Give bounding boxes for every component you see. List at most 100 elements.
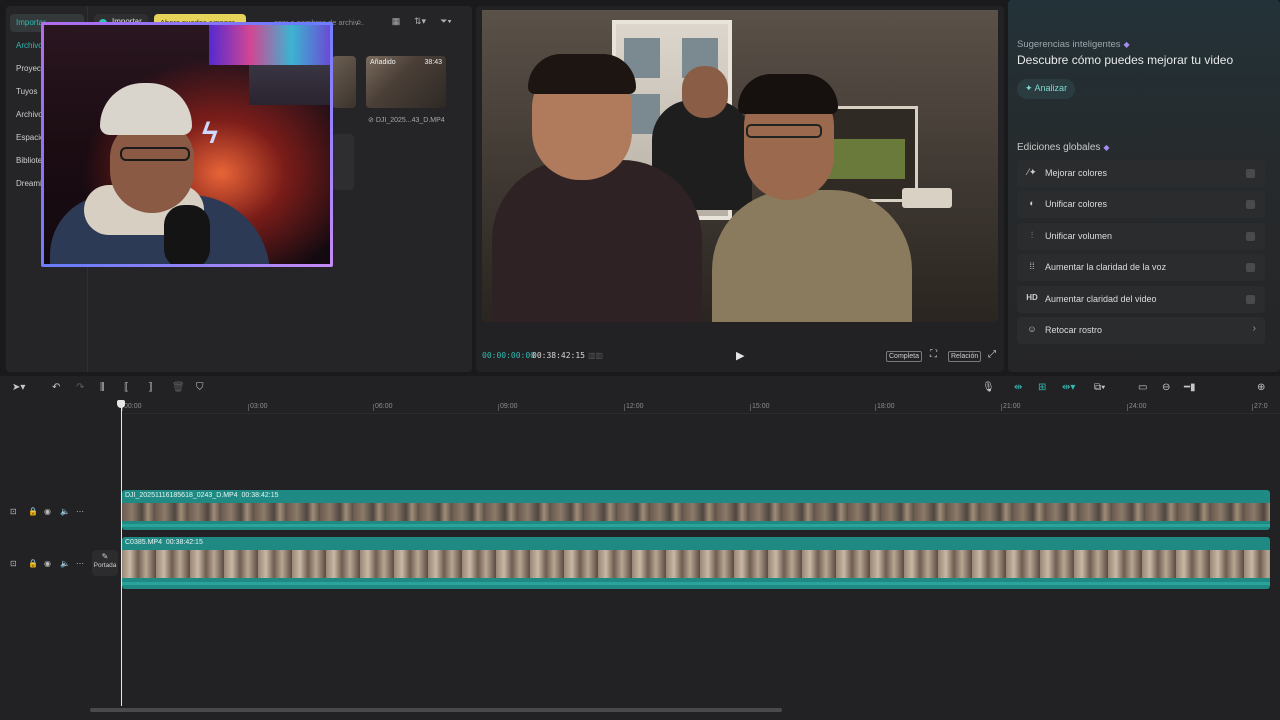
grid-view-icon[interactable]: ▦: [386, 16, 406, 30]
lock-icon[interactable]: 🔒: [28, 559, 38, 568]
lock-icon[interactable]: 🔒: [28, 507, 38, 516]
undo-icon[interactable]: ↶: [52, 382, 60, 393]
toggle-checkbox[interactable]: [1246, 295, 1255, 304]
person-left-body: [492, 160, 702, 322]
clip-duration: 00:38:42:15: [241, 492, 279, 499]
global-item-label: Unificar volumen: [1045, 231, 1113, 241]
magic-wand-icon: ⁄✦: [1027, 167, 1037, 177]
captions-icon[interactable]: ▭: [1138, 382, 1147, 393]
timeline-clip-2[interactable]: C0385.MP4 00:38:42:15: [122, 537, 1270, 589]
speaker-icon[interactable]: 🔈: [60, 507, 70, 516]
ratio-button[interactable]: Relación: [948, 351, 982, 362]
track-toggle-icon[interactable]: ⊡: [10, 559, 17, 568]
zoom-in-icon[interactable]: ⊕: [1257, 382, 1265, 393]
person-right-body: [712, 190, 912, 322]
toggle-checkbox[interactable]: [1246, 200, 1255, 209]
filter-icon[interactable]: ⏷▾: [436, 16, 456, 30]
toggle-checkbox[interactable]: [1246, 263, 1255, 272]
delete-icon[interactable]: 🗑: [172, 382, 185, 393]
waveform-icon[interactable]: ▥▥: [588, 351, 603, 360]
split-left-icon[interactable]: ⟦: [124, 382, 129, 393]
pencil-icon: ✎: [101, 552, 109, 561]
preview-axis-icon[interactable]: ⧉▾: [1094, 382, 1105, 393]
main-track-magnet-icon[interactable]: ⇹: [1014, 382, 1022, 393]
media-thumb-partial[interactable]: [332, 56, 356, 108]
auto-snap-icon[interactable]: ⊞: [1038, 382, 1046, 393]
suggestions-title-text: Sugerencias inteligentes: [1017, 39, 1121, 50]
global-item-unificar-volumen[interactable]: ⫶ Unificar volumen: [1017, 223, 1265, 250]
analyze-button[interactable]: ✦ Analizar: [1017, 79, 1076, 99]
timeline-toolbar: ➤▾ ↶ ↷ ⫼ ⟦ ⟧ 🗑 ⛉ 🎙 ⇹ ⊞ ⇹▾ ⧉▾ ▭ ⊖ ━▮ ⊕: [0, 376, 1280, 400]
video-preview[interactable]: [482, 10, 998, 322]
fullscreen-icon[interactable]: ⤢: [988, 349, 996, 360]
search-icon[interactable]: ⌕: [356, 17, 368, 29]
chevron-right-icon: ›: [1252, 323, 1256, 334]
microphone-icon[interactable]: 🎙: [982, 382, 995, 393]
ruler-tick: 21:00: [1001, 403, 1021, 411]
shield-icon[interactable]: ⛉: [196, 382, 204, 393]
global-item-label: Retocar rostro: [1045, 325, 1103, 335]
global-item-claridad-video[interactable]: HD Aumentar claridad del video: [1017, 286, 1265, 313]
global-item-retocar-rostro[interactable]: ☺ Retocar rostro ›: [1017, 317, 1265, 344]
suggestions-title: Sugerencias inteligentes ◆: [1017, 39, 1130, 50]
horizontal-scrollbar[interactable]: [90, 708, 782, 712]
face-retouch-icon: ☺: [1027, 324, 1037, 334]
zoom-slider[interactable]: ━▮: [1184, 382, 1196, 393]
sparkle-icon: ✦: [1025, 83, 1035, 93]
play-button[interactable]: ▶: [736, 349, 744, 362]
global-item-claridad-voz[interactable]: ⁞⁞ Aumentar la claridad de la voz: [1017, 254, 1265, 281]
global-item-label: Aumentar la claridad de la voz: [1045, 262, 1167, 272]
cover-button[interactable]: ✎ Portada: [92, 550, 118, 576]
playhead[interactable]: [117, 400, 125, 706]
media-thumb-placeholder[interactable]: [332, 134, 354, 190]
ruler-tick: 03:00: [248, 403, 268, 411]
ruler-tick: 24:00: [1127, 403, 1147, 411]
link-icon[interactable]: ⇹▾: [1062, 382, 1075, 393]
global-item-label: Mejorar colores: [1045, 168, 1108, 178]
clip-label: C0385.MP4 00:38:42:15: [125, 539, 203, 546]
crop-icon[interactable]: ⛶: [930, 349, 937, 360]
zoom-out-icon[interactable]: ⊖: [1162, 382, 1170, 393]
toggle-checkbox[interactable]: [1246, 232, 1255, 241]
split-right-icon[interactable]: ⟧: [148, 382, 153, 393]
video-player: 00:00:00:00 00:38:42:15 ▥▥ ▶ Completa ⛶ …: [476, 6, 1004, 372]
media-thumb[interactable]: Añadido 38:43: [366, 56, 446, 108]
ruler-tick: 09:00: [498, 403, 518, 411]
timeline-clip-1[interactable]: DJI_20251116185618_0243_D.MP4 00:38:42:1…: [122, 490, 1270, 530]
gem-icon: ◆: [1103, 143, 1110, 152]
redo-icon[interactable]: ↷: [76, 382, 84, 393]
clip-audio-line: [122, 582, 1270, 585]
clip-label: DJI_20251116185618_0243_D.MP4 00:38:42:1…: [125, 492, 278, 499]
voice-wave-icon: ⁞⁞: [1029, 261, 1035, 271]
eye-icon[interactable]: ◉: [44, 559, 51, 568]
toggle-checkbox[interactable]: [1246, 169, 1255, 178]
sort-icon[interactable]: ⇅▾: [410, 16, 430, 30]
clock-icon: ⊘: [368, 117, 376, 124]
speaker-icon[interactable]: 🔈: [60, 559, 70, 568]
clip-name: C0385.MP4: [125, 539, 162, 546]
clip-name: DJI_20251116185618_0243_D.MP4: [125, 492, 238, 499]
full-quality-button[interactable]: Completa: [886, 351, 922, 362]
track-toggle-icon[interactable]: ⊡: [10, 507, 17, 516]
lightning-icon: ϟ: [202, 117, 218, 150]
person-right-hair: [738, 74, 838, 114]
neon-light: [209, 25, 330, 65]
ruler-tick: 00:00: [122, 403, 142, 411]
more-icon[interactable]: ⋯: [76, 507, 84, 516]
webcam-shelf: [249, 65, 330, 105]
ruler-tick: 18:00: [875, 403, 895, 411]
suggestions-subtitle: Descubre cómo puedes mejorar tu video: [1017, 53, 1234, 67]
more-icon[interactable]: ⋯: [76, 559, 84, 568]
global-item-unificar-colores[interactable]: ◐ Unificar colores: [1017, 191, 1265, 218]
clip-duration: 00:38:42:15: [165, 539, 203, 546]
hd-icon: HD: [1026, 293, 1038, 302]
global-item-mejorar-colores[interactable]: ⁄✦ Mejorar colores: [1017, 160, 1265, 187]
global-edits-title: Ediciones globales ◆: [1017, 142, 1110, 153]
select-tool-icon[interactable]: ➤▾: [12, 382, 25, 393]
ruler-tick: 06:00: [373, 403, 393, 411]
palette-icon: ◐: [1029, 198, 1035, 208]
time-ruler[interactable]: 00:00 03:00 06:00 09:00 12:00 15:00 18:0…: [120, 400, 1280, 414]
eye-icon[interactable]: ◉: [44, 507, 51, 516]
clip-thumbnails: [122, 550, 1270, 578]
split-icon[interactable]: ⫼: [100, 382, 105, 393]
